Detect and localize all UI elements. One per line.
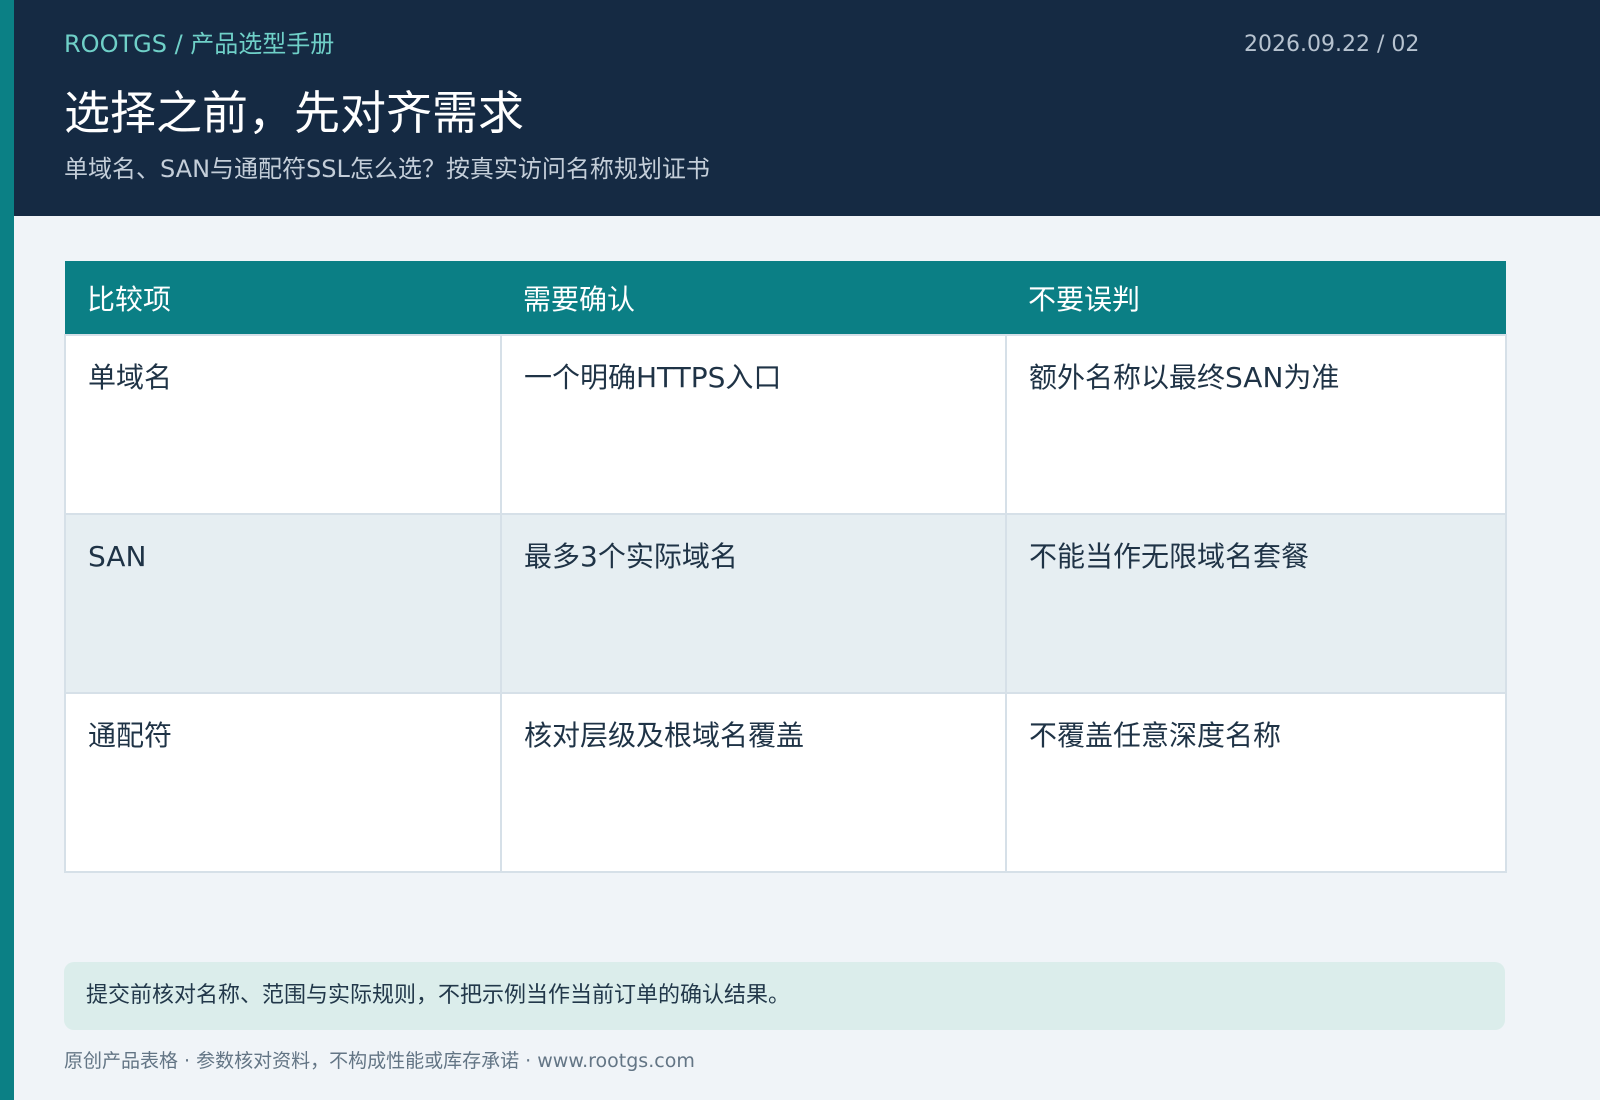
comparison-table: 比较项 需要确认 不要误判 单域名 一个明确HTTPS入口 额外名称以最终SAN… <box>64 261 1507 873</box>
cell-misjudge: 额外名称以最终SAN为准 <box>1005 334 1507 515</box>
table-row: SAN 最多3个实际域名 不能当作无限域名套餐 <box>64 513 1507 694</box>
cell-misjudge: 不能当作无限域名套餐 <box>1005 513 1507 694</box>
column-header-item: 比较项 <box>65 261 501 335</box>
cell-item: SAN <box>64 513 502 694</box>
cell-item: 通配符 <box>64 692 502 873</box>
page-subtitle: 单域名、SAN与通配符SSL怎么选？按真实访问名称规划证书 <box>64 155 710 183</box>
notice-banner: 提交前核对名称、范围与实际规则，不把示例当作当前订单的确认结果。 <box>64 962 1505 1030</box>
cell-confirm: 核对层级及根域名覆盖 <box>500 692 1007 873</box>
date-page-indicator: 2026.09.22 / 02 <box>1244 32 1420 57</box>
cell-confirm: 最多3个实际域名 <box>500 513 1007 694</box>
table-header-row: 比较项 需要确认 不要误判 <box>65 261 1506 335</box>
page-title: 选择之前，先对齐需求 <box>64 86 524 140</box>
accent-bar <box>0 0 14 1100</box>
column-header-misjudge: 不要误判 <box>1006 261 1506 335</box>
table-row: 单域名 一个明确HTTPS入口 额外名称以最终SAN为准 <box>64 334 1507 515</box>
cell-confirm: 一个明确HTTPS入口 <box>500 334 1007 515</box>
column-header-confirm: 需要确认 <box>501 261 1006 335</box>
cell-misjudge: 不覆盖任意深度名称 <box>1005 692 1507 873</box>
brand-breadcrumb: ROOTGS / 产品选型手册 <box>64 30 335 58</box>
table-row: 通配符 核对层级及根域名覆盖 不覆盖任意深度名称 <box>64 692 1507 873</box>
page-header: ROOTGS / 产品选型手册 2026.09.22 / 02 选择之前，先对齐… <box>14 0 1600 216</box>
footer-text: 原创产品表格 · 参数核对资料，不构成性能或库存承诺 · www.rootgs.… <box>64 1050 695 1072</box>
cell-item: 单域名 <box>64 334 502 515</box>
